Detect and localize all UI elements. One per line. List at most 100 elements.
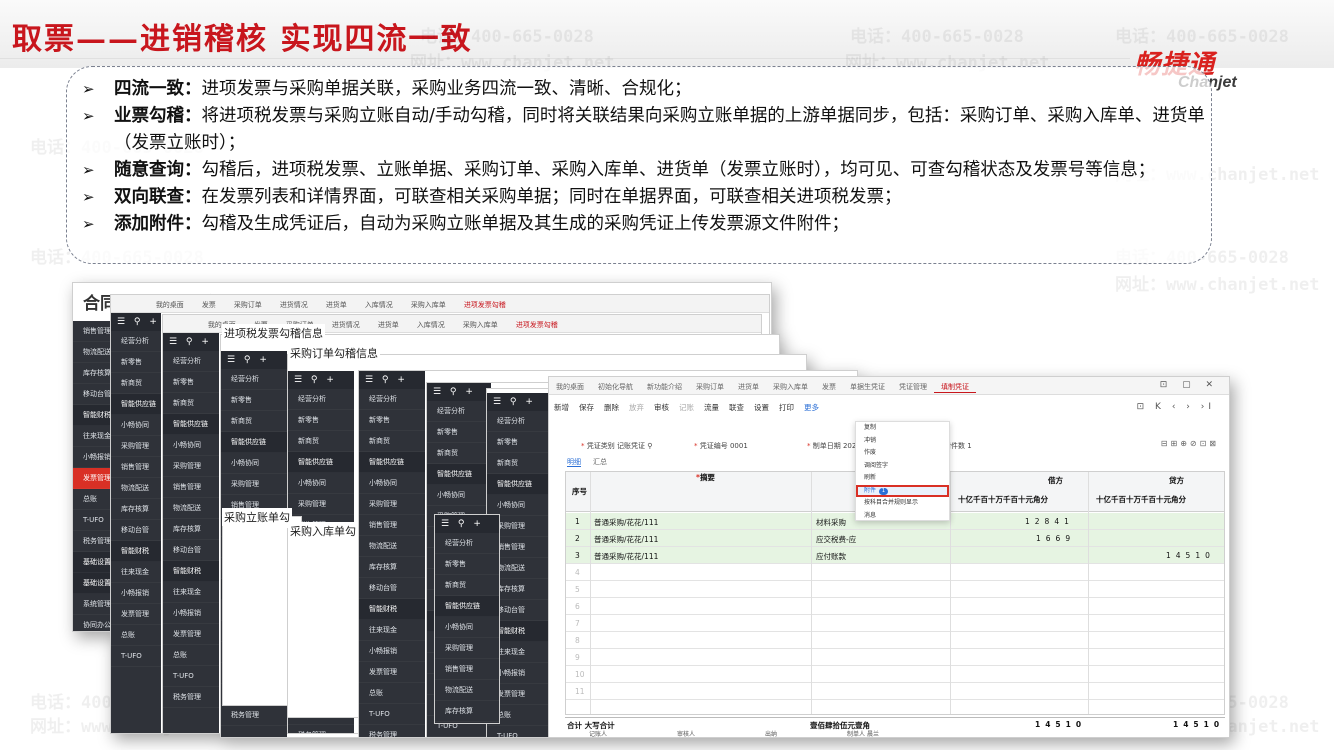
voucher-date-field[interactable]: * 制单日期 2023 <box>807 441 861 451</box>
sidebar-item[interactable]: 小畅协同 <box>163 435 219 456</box>
table-row[interactable]: 4 <box>566 564 1224 581</box>
sidebar-item[interactable]: 经营分析 <box>427 401 491 422</box>
sidebar-item[interactable]: 经营分析 <box>487 411 549 432</box>
table-row[interactable]: 5 <box>566 581 1224 598</box>
sidebar-item[interactable]: 经营分析 <box>221 369 287 390</box>
toolbar-button[interactable]: 联查 <box>724 397 749 413</box>
more-menu-item[interactable]: 复制 <box>856 422 949 435</box>
sidebar-item[interactable]: 新零售 <box>427 422 491 443</box>
sidebar-item[interactable]: 发票管理 <box>111 604 161 625</box>
sidebar-item[interactable]: 新商贸 <box>111 373 161 394</box>
sidebar-item[interactable]: 采购管理 <box>163 456 219 477</box>
sidebar-toolbar[interactable]: ☰ ⚲ + <box>359 371 425 389</box>
sidebar-item[interactable]: 总账 <box>111 625 161 646</box>
sidebar-item[interactable]: 税务管理 <box>359 725 425 737</box>
sidebar-item[interactable]: 新零售 <box>435 554 499 575</box>
sidebar-item[interactable]: 采购管理 <box>111 436 161 457</box>
sidebar-item[interactable]: 采购管理 <box>435 638 499 659</box>
tab-item[interactable]: 我的桌面 <box>147 295 193 310</box>
sidebar-item[interactable]: 物流配送 <box>111 478 161 499</box>
sidebar-toolbar[interactable]: ☰ ⚲ + <box>487 393 549 411</box>
voucher-tab[interactable]: 我的桌面 <box>549 377 591 392</box>
sidebar-item[interactable]: 销售管理 <box>359 515 425 536</box>
sidebar-item[interactable]: 新零售 <box>288 410 354 431</box>
tab-item[interactable]: 入库情况 <box>356 295 402 310</box>
tab-item[interactable]: 采购订单 <box>225 295 271 310</box>
sidebar-item[interactable]: 采购管理 <box>288 494 354 515</box>
sidebar-item[interactable]: 智能供应链 <box>359 452 425 473</box>
sidebar-item[interactable]: 库存核算 <box>163 519 219 540</box>
sidebar-item[interactable]: 新零售 <box>221 390 287 411</box>
sidebar-item[interactable]: 销售管理 <box>435 659 499 680</box>
sidebar-item[interactable]: 税务管理 <box>427 737 491 738</box>
sidebar-toolbar[interactable]: ☰ ⚲ + <box>221 351 287 369</box>
window-controls[interactable]: ⊡ ▢ ✕ <box>1160 380 1219 390</box>
voucher-tab[interactable]: 进货单 <box>731 377 766 392</box>
sidebar-item[interactable]: T-UFO <box>487 726 549 737</box>
voucher-tab[interactable]: 凭证管理 <box>892 377 934 392</box>
sidebar-item[interactable]: 物流配送 <box>163 498 219 519</box>
sidebar-item[interactable]: 智能供应链 <box>487 474 549 495</box>
sidebar-item[interactable]: 税务管理 <box>163 687 219 708</box>
table-row[interactable]: 11 <box>566 683 1224 700</box>
sidebar-item[interactable]: 库存核算 <box>111 499 161 520</box>
sidebar-item[interactable]: 移动台管 <box>111 520 161 541</box>
search-icon[interactable]: ⚲ <box>647 442 652 450</box>
sidebar-item[interactable]: T-UFO <box>163 666 219 687</box>
sidebar-item[interactable]: 往来现金 <box>163 582 219 603</box>
tab-item[interactable]: 入库情况 <box>408 315 454 330</box>
sidebar-item[interactable]: 智能财税 <box>111 541 161 562</box>
voucher-tab[interactable]: 发票 <box>815 377 843 392</box>
toolbar-button[interactable]: 新增 <box>549 397 574 413</box>
voucher-no-field[interactable]: * 凭证编号 0001 <box>694 441 748 451</box>
sub-tab[interactable]: 汇总 <box>593 458 607 466</box>
sidebar-item[interactable]: 小畅协同 <box>221 453 287 474</box>
sidebar-item[interactable]: 经营分析 <box>435 533 499 554</box>
sidebar-item[interactable]: 经营分析 <box>111 331 161 352</box>
toolbar-button[interactable]: 保存 <box>574 397 599 413</box>
more-menu-item[interactable]: 附件 1 <box>856 484 949 497</box>
sidebar-item[interactable]: 移动台管 <box>359 578 425 599</box>
sidebar-item[interactable]: 新商贸 <box>221 411 287 432</box>
sidebar-toolbar[interactable]: ☰ ⚲ + <box>288 371 354 389</box>
toolbar-button[interactable]: 审核 <box>649 397 674 413</box>
table-row[interactable]: 10 <box>566 666 1224 683</box>
sidebar-item[interactable]: 销售管理 <box>111 457 161 478</box>
tab-item[interactable]: 进项发票勾稽 <box>507 315 567 330</box>
sidebar-item[interactable]: 经营分析 <box>288 389 354 410</box>
table-row[interactable]: 2 普通采购/花花/111 应交税费-应 1669 <box>566 530 1224 547</box>
sidebar-item[interactable]: 经营分析 <box>163 351 219 372</box>
tab-item[interactable]: 进货单 <box>317 295 356 310</box>
sidebar-item[interactable]: 发票管理 <box>163 624 219 645</box>
sidebar-item[interactable]: 采购管理 <box>359 494 425 515</box>
tab-item[interactable]: 进项发票勾稽 <box>455 295 515 310</box>
table-row[interactable]: 7 <box>566 615 1224 632</box>
sidebar-item[interactable]: 新零售 <box>111 352 161 373</box>
sidebar-item[interactable]: 智能供应链 <box>427 464 491 485</box>
sidebar-item[interactable]: 往来现金 <box>359 620 425 641</box>
sidebar-item[interactable]: 智能财税 <box>163 561 219 582</box>
sidebar-item[interactable]: 新商贸 <box>435 575 499 596</box>
sidebar-item[interactable]: 经营分析 <box>359 389 425 410</box>
sidebar-item[interactable]: 物流配送 <box>359 536 425 557</box>
sidebar-item[interactable]: 新零售 <box>487 432 549 453</box>
sidebar-item[interactable]: 智能供应链 <box>221 432 287 453</box>
toolbar-button[interactable]: 流量 <box>699 397 724 413</box>
tab-item[interactable]: 进货情况 <box>271 295 317 310</box>
voucher-type-field[interactable]: * 凭证类别 记账凭证 ⚲ <box>581 441 652 451</box>
toolbar-button[interactable]: 记账 <box>674 397 699 413</box>
voucher-tab[interactable]: 初始化导航 <box>591 377 640 392</box>
more-menu-item[interactable]: 消息 <box>856 510 949 523</box>
sidebar-item[interactable]: 新商贸 <box>427 443 491 464</box>
sidebar-item[interactable]: 小畅协同 <box>111 415 161 436</box>
sidebar-toolbar[interactable]: ☰ ⚲ + <box>427 383 491 401</box>
table-row[interactable]: 8 <box>566 632 1224 649</box>
sidebar-item[interactable]: 小畅协同 <box>288 473 354 494</box>
table-row[interactable]: 3 普通采购/花花/111 应付账款 14510 <box>566 547 1224 564</box>
sidebar-item[interactable]: 小畅报销 <box>111 583 161 604</box>
sidebar-toolbar[interactable]: ☰ ⚲ + <box>435 515 499 533</box>
tab-item[interactable]: 采购入库单 <box>402 295 455 310</box>
sidebar-item[interactable]: 小畅报销 <box>359 641 425 662</box>
sidebar-item[interactable]: 新商贸 <box>288 431 354 452</box>
more-menu-item[interactable]: 作废 <box>856 447 949 460</box>
